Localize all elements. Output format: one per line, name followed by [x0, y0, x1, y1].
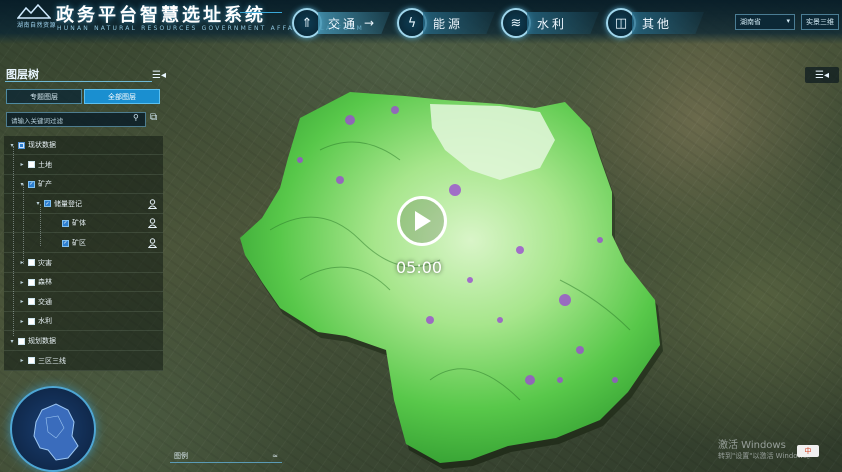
layer-label: 矿区 — [72, 239, 86, 247]
layer-tree-row[interactable]: ▸ 森林 — [4, 273, 163, 293]
other-icon: ◫ — [606, 8, 636, 38]
layer-checkbox[interactable]: ✓ — [28, 180, 35, 188]
layer-label: 矿体 — [72, 219, 86, 228]
layer-checkbox[interactable] — [28, 317, 35, 325]
caret-right-icon[interactable]: ▸ — [18, 279, 26, 286]
caret-right-icon[interactable]: ▸ — [18, 161, 26, 168]
nav-energy[interactable]: ϟ 能源 — [397, 7, 495, 39]
region-select[interactable]: 湖南省 ▾ — [735, 14, 795, 30]
layer-tree-row[interactable]: ▾ ✓ 储量登记 — [4, 195, 163, 214]
legend-toggle[interactable]: 图例 ≈ — [170, 449, 282, 463]
layer-tree-row[interactable]: ✓ 矿体 — [4, 214, 163, 234]
search-icon[interactable]: ⚲ — [133, 113, 139, 122]
collapse-panel-icon[interactable]: ☰◂ — [152, 70, 166, 81]
logo-mountain-icon — [17, 3, 51, 19]
user-icon[interactable] — [148, 199, 157, 209]
filter-icon[interactable]: ⧉ — [150, 112, 157, 123]
caret-right-icon[interactable]: ▸ — [18, 318, 26, 325]
nav-water-label: 水利 — [537, 16, 568, 31]
layer-checkbox[interactable]: ✓ — [62, 219, 69, 227]
layer-tree-row[interactable]: ▸ 灾害 — [4, 254, 163, 273]
tree-guide-line — [13, 146, 14, 336]
video-duration: 05:00 — [396, 258, 443, 277]
nav-other[interactable]: ◫ 其他 — [606, 7, 704, 39]
layer-label: 土地 — [38, 160, 52, 169]
layer-tree-row[interactable]: ▸ 水利 — [4, 312, 163, 332]
overview-minimap[interactable] — [10, 386, 96, 472]
caret-right-icon[interactable]: ▸ — [18, 357, 26, 364]
caret-down-icon[interactable]: ▾ — [18, 181, 26, 188]
layer-checkbox[interactable] — [28, 161, 35, 169]
layer-tree-row[interactable]: ▾ 规划数据 — [4, 332, 163, 351]
tab-special-layers[interactable]: 专题图层 — [6, 89, 82, 104]
right-panel-toggle-icon[interactable]: ☰◂ — [805, 67, 839, 83]
layer-checkbox[interactable] — [18, 337, 25, 345]
nav-traffic-label: 交通 — [328, 16, 359, 31]
layer-panel-title: 图层树 — [6, 68, 39, 81]
caret-down-icon[interactable]: ▾ — [8, 142, 16, 149]
nav-water[interactable]: ≋ 水利 — [501, 7, 599, 39]
user-icon[interactable] — [148, 218, 157, 229]
caret-right-icon[interactable]: ▸ — [18, 298, 26, 305]
layer-tree-row[interactable]: ✓ 矿区 — [4, 234, 163, 253]
energy-icon: ϟ — [397, 8, 427, 38]
view-mode-label: 实景三维 — [806, 18, 834, 26]
road-icon: ⇑ — [292, 8, 322, 38]
layer-label: 森林 — [38, 278, 52, 287]
layer-tree-row[interactable]: ▸ 土地 — [4, 156, 163, 175]
legend-label: 图例 — [174, 451, 188, 460]
play-button[interactable] — [397, 196, 447, 246]
layer-checkbox[interactable] — [18, 141, 25, 149]
nav-other-label: 其他 — [642, 16, 673, 31]
play-icon — [415, 211, 431, 231]
layer-label: 现状数据 — [28, 141, 56, 149]
nav-energy-label: 能源 — [433, 16, 464, 31]
layer-checkbox[interactable]: ✓ — [44, 200, 51, 208]
header-divider — [240, 12, 282, 13]
tree-guide-line — [23, 184, 24, 264]
caret-right-icon[interactable]: ▸ — [18, 259, 26, 266]
top-header: 湖南自然资源 政务平台智慧选址系统 HUNAN NATURAL RESOURCE… — [0, 0, 842, 44]
layer-panel-divider — [5, 81, 152, 82]
ime-indicator[interactable]: 中 — [797, 445, 819, 457]
expand-up-icon: ≈ — [272, 451, 278, 460]
layer-checkbox[interactable] — [28, 298, 35, 306]
tree-guide-line — [40, 204, 41, 246]
layer-label: 水利 — [38, 317, 52, 326]
layer-label: 三区三线 — [38, 356, 66, 365]
layer-checkbox[interactable] — [28, 278, 35, 286]
layer-search-input[interactable]: 请输入关键词过滤 — [6, 112, 146, 127]
region-select-value: 湖南省 — [740, 18, 761, 26]
layer-label: 灾害 — [38, 258, 52, 267]
arrow-right-icon: → — [364, 16, 375, 30]
logo-caption: 湖南自然资源 — [17, 22, 57, 29]
layer-label: 矿产 — [38, 180, 52, 189]
water-icon: ≋ — [501, 8, 531, 38]
minimap-province-shape — [33, 403, 79, 461]
layer-tree-row[interactable]: ▸ 三区三线 — [4, 352, 163, 371]
layer-tree: ▾ 现状数据 ▸ 土地 ▾ ✓ 矿产 ▾ ✓ 储量登记 ✓ 矿体 ✓ 矿区 ▸ 灾害 ▸ 森林 ▸ 交通 ▸ 水利 ▾ 规划数… — [4, 136, 163, 371]
search-placeholder: 请输入关键词过滤 — [11, 116, 63, 125]
layer-checkbox[interactable] — [28, 259, 35, 267]
layer-label: 交通 — [38, 297, 52, 306]
tab-all-layers[interactable]: 全部图层 — [84, 89, 160, 104]
view-mode-button[interactable]: 实景三维 — [801, 14, 839, 30]
layer-tree-row[interactable]: ▾ 现状数据 — [4, 136, 163, 155]
chevron-down-icon: ▾ — [786, 17, 790, 25]
layer-label: 规划数据 — [28, 337, 56, 345]
layer-tree-row[interactable]: ▾ ✓ 矿产 — [4, 175, 163, 195]
layer-checkbox[interactable]: ✓ — [62, 239, 69, 247]
layer-tree-row[interactable]: ▸ 交通 — [4, 293, 163, 312]
nav-traffic[interactable]: ⇑ 交通 → — [292, 7, 390, 39]
layer-checkbox[interactable] — [28, 357, 35, 365]
app-title: 政务平台智慧选址系统 — [56, 5, 266, 26]
layer-label: 储量登记 — [54, 199, 82, 208]
user-icon[interactable] — [148, 238, 157, 248]
caret-down-icon[interactable]: ▾ — [8, 338, 16, 345]
